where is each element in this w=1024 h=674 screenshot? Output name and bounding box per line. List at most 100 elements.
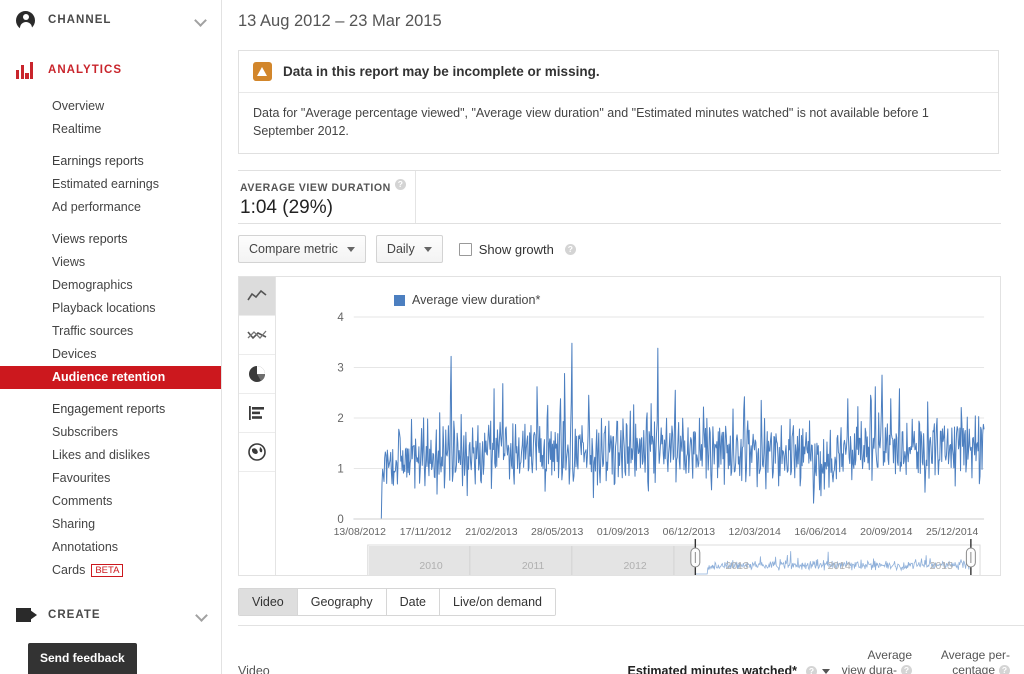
warning-body: Data for "Average percentage viewed", "A… [253, 106, 929, 139]
help-icon-metric[interactable]: ? [394, 179, 406, 191]
multiline-chart-glyph [247, 330, 267, 340]
sidebar-item-label: Overview [52, 99, 105, 113]
help-icon-show-growth[interactable]: ? [564, 243, 576, 255]
help-icon-avg-pct-viewed[interactable]: ? [999, 665, 1010, 674]
send-feedback-button[interactable]: Send feedback [28, 643, 137, 674]
sidebar-create-label: CREATE [48, 609, 101, 621]
results-table-header: Video Estimated minutes watched* ? Avera… [238, 625, 1024, 674]
sidebar-item-playback-locations[interactable]: Playback locations [0, 297, 221, 320]
sidebar-item-traffic-sources[interactable]: Traffic sources [0, 320, 221, 343]
sidebar-item-estimated-earnings[interactable]: Estimated earnings [0, 173, 221, 196]
pie-chart-icon[interactable] [239, 355, 275, 395]
x-axis-tick-label: 01/09/2013 [597, 527, 650, 538]
y-axis-tick-label: 4 [337, 312, 344, 324]
chevron-down-icon[interactable] [196, 15, 207, 26]
line-chart-glyph [247, 290, 267, 301]
tab-video[interactable]: Video [239, 589, 298, 615]
report-dimension-tabs: Video Geography Date Live/on demand [238, 588, 556, 616]
sidebar-item-ad-performance[interactable]: Ad performance [0, 196, 221, 219]
metric-summary-row: AVERAGE VIEW DURATION? 1:04 (29%) [238, 170, 1001, 225]
show-growth-label: Show growth [478, 241, 554, 257]
sidebar-item-comments[interactable]: Comments [0, 490, 221, 513]
apv-line-2: centage? [912, 663, 1010, 674]
x-axis-tick-label: 06/12/2013 [663, 527, 716, 538]
metric-label-wrap: AVERAGE VIEW DURATION? [240, 179, 415, 194]
column-header-video[interactable]: Video [238, 642, 618, 674]
main-content: 13 Aug 2012 – 23 Mar 2015 Data in this r… [222, 0, 1024, 674]
warning-title: Data in this report may be incomplete or… [283, 64, 600, 79]
apv-line-1: Average per- [940, 648, 1010, 662]
granularity-button[interactable]: Daily [375, 235, 443, 264]
beta-badge: BETA [91, 564, 124, 577]
geo-chart-icon[interactable] [239, 433, 275, 473]
show-growth-checkbox[interactable] [458, 242, 472, 256]
sidebar-item-realtime[interactable]: Realtime [0, 118, 221, 141]
metric-card-average-view-duration[interactable]: AVERAGE VIEW DURATION? 1:04 (29%) [238, 171, 416, 224]
sidebar-item-annotations[interactable]: Annotations [0, 536, 221, 559]
show-growth-control[interactable]: Show growth ? [458, 241, 576, 257]
sidebar-group-separator [0, 219, 221, 228]
avd-line-1: Average [867, 648, 912, 662]
sidebar-item-devices[interactable]: Devices [0, 343, 221, 366]
x-axis-tick-label: 21/02/2013 [465, 527, 518, 538]
compare-metric-label: Compare metric [249, 242, 338, 257]
bar-chart-glyph [249, 406, 264, 421]
multiline-chart-icon[interactable] [239, 316, 275, 356]
sidebar-item-views[interactable]: Views [0, 251, 221, 274]
apv-line-2-text: centage [952, 663, 995, 674]
line-chart-icon[interactable] [239, 277, 275, 317]
sidebar-item-subscribers[interactable]: Subscribers [0, 421, 221, 444]
series-line-average-view-duration [353, 343, 985, 520]
sidebar-item-audience-retention[interactable]: Audience retention [0, 366, 221, 389]
tab-live-on-demand[interactable]: Live/on demand [440, 589, 555, 615]
bar-chart-icon[interactable] [239, 394, 275, 434]
sidebar-item-engagement-reports[interactable]: Engagement reports [0, 398, 221, 421]
sidebar-group-separator [0, 389, 221, 398]
sidebar-item-likes-and-dislikes[interactable]: Likes and dislikes [0, 444, 221, 467]
line-chart-plot: 0 1 2 3 4 13/08/2012 17/11/2012 21/02/2013 28/05… [334, 312, 985, 576]
help-icon-estimated-minutes[interactable]: ? [806, 665, 817, 674]
sidebar-item-label: Views reports [52, 232, 128, 246]
x-axis-tick-label: 28/05/2013 [531, 527, 584, 538]
sidebar-item-label: Realtime [52, 122, 102, 136]
sidebar-item-sharing[interactable]: Sharing [0, 513, 221, 536]
sidebar-item-overview[interactable]: Overview [0, 95, 221, 118]
x-axis-tick-label: 20/09/2014 [860, 527, 913, 538]
sidebar-create-header[interactable]: CREATE [0, 598, 222, 632]
chevron-down-icon-compare [346, 246, 355, 252]
sort-descending-icon[interactable] [822, 668, 830, 674]
metric-label: AVERAGE VIEW DURATION [240, 182, 391, 195]
y-axis-tick-label: 2 [337, 413, 343, 425]
y-axis-tick-label: 3 [337, 363, 343, 375]
video-camera-icon [16, 608, 37, 622]
sidebar-item-label: Estimated earnings [52, 177, 160, 191]
sidebar-channel-header[interactable]: CHANNEL [0, 3, 221, 37]
range-selector-year-label: 2010 [419, 561, 442, 572]
column-header-estimated-minutes[interactable]: Estimated minutes watched* ? [618, 642, 830, 674]
sidebar-group-separator [0, 141, 221, 150]
chevron-down-icon-granularity [423, 246, 432, 252]
column-header-average-percentage-viewed[interactable]: Average per- centage? viewed* [912, 642, 1010, 674]
help-icon-avg-view-duration[interactable]: ? [901, 665, 912, 674]
sidebar-item-label: Audience retention [52, 370, 166, 384]
tab-geography[interactable]: Geography [297, 589, 387, 615]
warning-panel: Data in this report may be incomplete or… [238, 50, 999, 155]
sidebar-analytics-header[interactable]: ANALYTICS [0, 53, 221, 87]
globe-glyph [248, 443, 266, 462]
x-axis-tick-label: 13/08/2012 [334, 527, 387, 538]
sidebar-item-favourites[interactable]: Favourites [0, 467, 221, 490]
sidebar-channel-label: CHANNEL [48, 14, 112, 26]
compare-metric-button[interactable]: Compare metric [238, 235, 366, 264]
sidebar-item-cards[interactable]: Cards BETA [0, 559, 221, 582]
sidebar-item-views-reports[interactable]: Views reports [0, 228, 221, 251]
chart-controls: Compare metric Daily Show growth ? [238, 235, 1024, 264]
y-axis-tick-label: 1 [337, 464, 343, 476]
sidebar-item-earnings-reports[interactable]: Earnings reports [0, 150, 221, 173]
sidebar-item-demographics[interactable]: Demographics [0, 274, 221, 297]
tab-date[interactable]: Date [386, 589, 441, 615]
chevron-down-icon-create[interactable] [197, 610, 208, 621]
sidebar-item-label: Annotations [52, 540, 119, 554]
sidebar-item-label: Cards [52, 563, 86, 577]
range-selector-year-label: 2012 [623, 561, 646, 572]
column-header-average-view-duration[interactable]: Average view dura-? tion* [830, 642, 912, 674]
